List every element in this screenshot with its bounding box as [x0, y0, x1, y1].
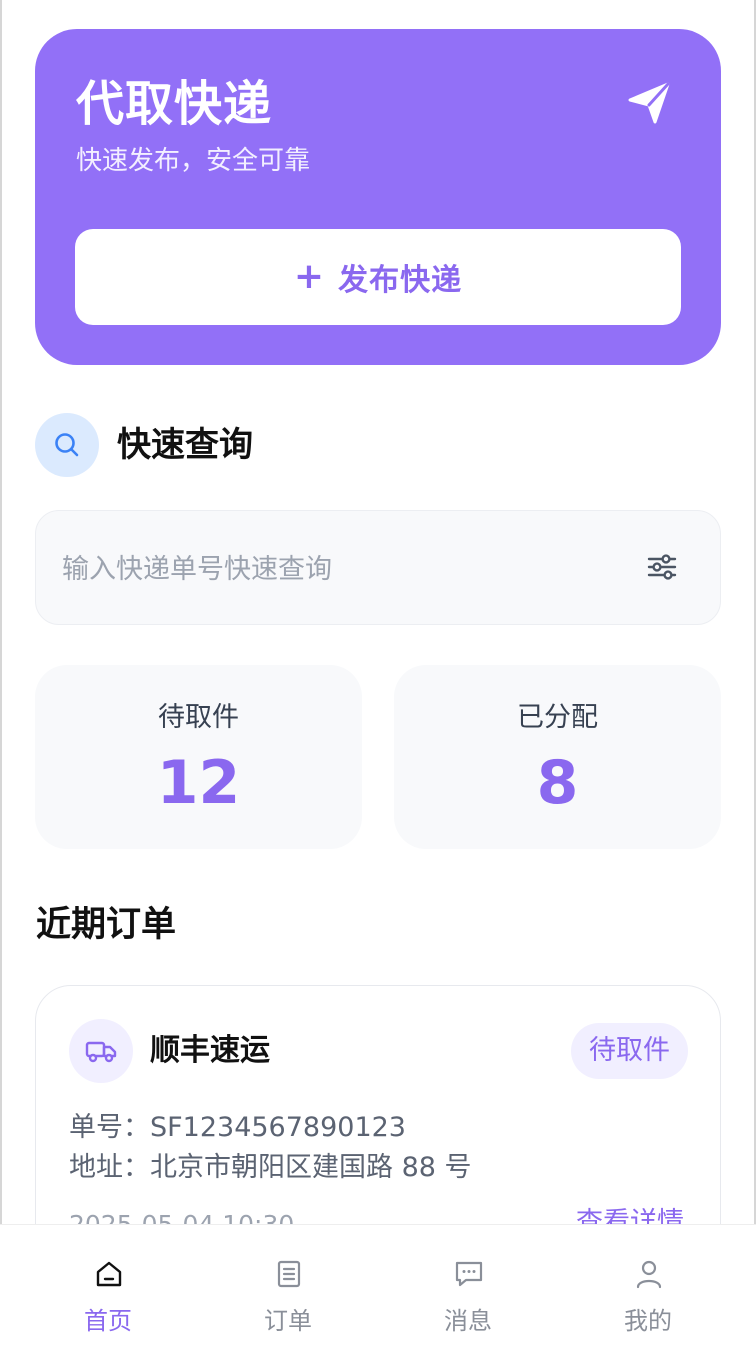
nav-item-home[interactable]: 首页 [18, 1225, 198, 1361]
search-icon [55, 433, 79, 457]
recent-orders-title: 近期订单 [36, 905, 177, 945]
nav-label: 订单 [264, 1307, 312, 1335]
truck-icon [85, 1041, 117, 1063]
list-icon [277, 1260, 301, 1288]
publish-express-button[interactable]: + 发布快递 [75, 229, 681, 325]
sliders-icon[interactable] [646, 551, 678, 583]
nav-label: 我的 [624, 1307, 672, 1335]
tracking-number-input[interactable] [60, 541, 624, 597]
tracking-search-box [35, 510, 721, 625]
stat-label: 待取件 [158, 702, 239, 733]
nav-item-profile[interactable]: 我的 [558, 1225, 738, 1361]
quick-query-icon-badge [35, 413, 99, 477]
user-icon [636, 1260, 662, 1289]
stat-label: 已分配 [517, 702, 598, 733]
app-screen: 代取快递 快速发布，安全可靠 + 发布快递 快速查询 待取件 [0, 0, 756, 1361]
stat-value: 8 [536, 748, 579, 818]
frame-border-left [0, 0, 2, 1361]
nav-item-orders[interactable]: 订单 [198, 1225, 378, 1361]
hero-title: 代取快递 [76, 76, 273, 132]
order-address: 地址：北京市朝阳区建国路 88 号 [69, 1152, 472, 1183]
nav-label: 消息 [444, 1307, 492, 1335]
bottom-nav: 首页 订单 消息 我的 [0, 1224, 756, 1361]
quick-query-title: 快速查询 [117, 425, 253, 465]
carrier-icon-badge [69, 1019, 133, 1083]
hero-card: 代取快递 快速发布，安全可靠 + 发布快递 [35, 29, 721, 365]
nav-label: 首页 [84, 1307, 132, 1335]
message-icon [455, 1261, 483, 1287]
hero-subtitle: 快速发布，安全可靠 [76, 146, 311, 176]
status-badge: 待取件 [571, 1023, 688, 1079]
tracking-number: 单号：SF1234567890123 [69, 1112, 406, 1143]
publish-express-label: 发布快递 [338, 263, 463, 298]
paper-plane-icon[interactable] [625, 79, 673, 127]
carrier-name: 顺丰速运 [150, 1033, 270, 1068]
stat-value: 12 [156, 748, 241, 818]
stat-assigned[interactable]: 已分配 8 [394, 665, 721, 849]
plus-icon: + [293, 256, 325, 297]
home-icon [96, 1261, 122, 1287]
nav-item-messages[interactable]: 消息 [378, 1225, 558, 1361]
stat-pending-pickup[interactable]: 待取件 12 [35, 665, 362, 849]
